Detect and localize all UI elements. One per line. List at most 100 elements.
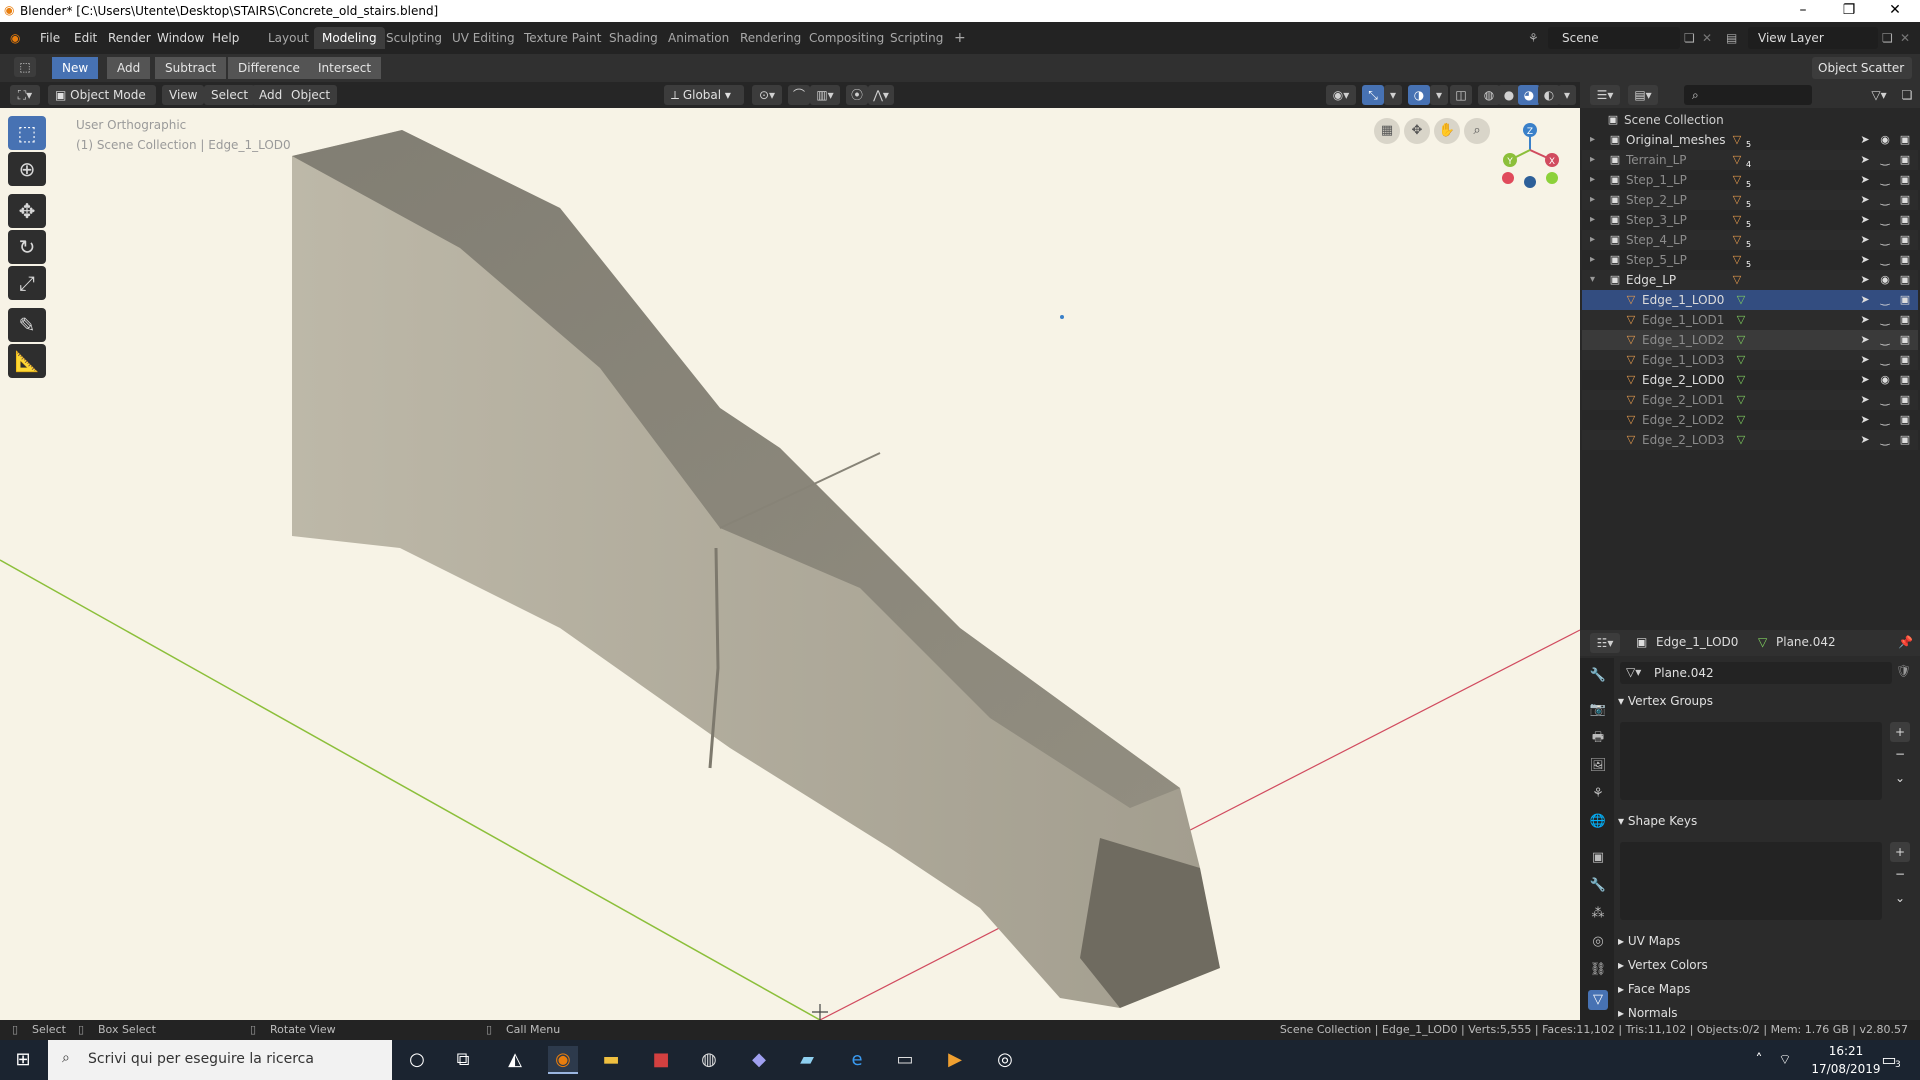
tab-rendering[interactable]: Rendering <box>732 27 809 49</box>
filter-mesh-icon[interactable]: ▽ <box>1730 133 1744 147</box>
outliner-row-edge-2-lod3[interactable]: ▽ Edge_2_LOD3 ▽ ➤ ‿ ▣ <box>1582 430 1918 450</box>
render-camera-icon[interactable]: ▣ <box>1898 393 1912 407</box>
selectable-toggle-icon[interactable]: ➤ <box>1858 293 1872 307</box>
snap-target-icon[interactable]: ▥▾ <box>810 85 840 105</box>
selectable-toggle-icon[interactable]: ➤ <box>1858 253 1872 267</box>
scene-icon[interactable]: ⚘ <box>1528 28 1539 48</box>
solid-shading-icon[interactable]: ● <box>1498 85 1520 105</box>
menu-select[interactable]: Select <box>204 85 256 105</box>
visibility-eye-icon[interactable]: ◉ <box>1878 133 1892 147</box>
pan-view-icon[interactable]: ✋ <box>1434 118 1460 144</box>
visibility-eye-icon[interactable]: ◉ <box>1878 373 1892 387</box>
boolean-add-button[interactable]: Add <box>107 57 151 79</box>
visibility-eye-icon[interactable]: ‿ <box>1878 253 1892 267</box>
add-workspace-button[interactable]: + <box>946 27 974 49</box>
menu-help[interactable]: Help <box>212 28 239 48</box>
cortana-icon[interactable]: ○ <box>402 1046 432 1074</box>
taskbar-search-box[interactable]: ⌕ Scrivi qui per eseguire la ricerca <box>48 1040 392 1080</box>
render-properties-tab[interactable]: 📷 <box>1588 700 1608 720</box>
render-camera-icon[interactable]: ▣ <box>1898 153 1912 167</box>
select-box-tool-icon[interactable]: ⬚ <box>14 57 36 77</box>
expand-toggle-icon[interactable]: ▸ <box>1590 150 1595 170</box>
outliner-row-step-4-lp[interactable]: ▸ ▣ Step_4_LP ▽ 5 ➤ ‿ ▣ <box>1582 230 1918 250</box>
cursor-tool-icon[interactable]: ⊕ <box>8 152 46 186</box>
render-camera-icon[interactable]: ▣ <box>1898 193 1912 207</box>
pin-icon[interactable]: 📌 <box>1898 635 1913 649</box>
outliner-row-edge-lp[interactable]: ▾ ▣ Edge_LP ▽ ➤ ◉ ▣ <box>1582 270 1918 290</box>
render-camera-icon[interactable]: ▣ <box>1898 253 1912 267</box>
app-window-icon[interactable]: ▭ <box>890 1046 920 1074</box>
filter-mesh-icon[interactable]: ▽ <box>1730 193 1744 207</box>
shape-key-menu-button[interactable]: ⌄ <box>1890 888 1910 908</box>
visibility-eye-icon[interactable]: ‿ <box>1878 193 1892 207</box>
toggle-grid-icon[interactable]: ▦ <box>1374 118 1400 144</box>
constraints-properties-tab[interactable]: ⛓ <box>1588 960 1608 980</box>
tab-animation[interactable]: Animation <box>660 27 737 49</box>
mesh-data-icon[interactable]: ▽ <box>1734 333 1748 347</box>
shape-keys-list[interactable] <box>1620 842 1882 920</box>
filter-mesh-icon[interactable]: ▽ <box>1730 253 1744 267</box>
snap-toggle-icon[interactable]: ⌒ <box>788 85 810 105</box>
3d-viewport[interactable]: User Orthographic (1) Scene Collection |… <box>0 108 1580 1020</box>
render-camera-icon[interactable]: ▣ <box>1898 313 1912 327</box>
mesh-data-icon[interactable]: ▽ <box>1734 353 1748 367</box>
proportional-falloff-icon[interactable]: ⋀▾ <box>868 85 894 105</box>
mesh-data-properties-tab[interactable]: ▽ <box>1588 990 1608 1010</box>
outliner-row-step-1-lp[interactable]: ▸ ▣ Step_1_LP ▽ 5 ➤ ‿ ▣ <box>1582 170 1918 190</box>
delete-view-layer-icon[interactable]: ✕ <box>1900 28 1910 48</box>
outliner-row-edge-1-lod3[interactable]: ▽ Edge_1_LOD3 ▽ ➤ ‿ ▣ <box>1582 350 1918 370</box>
tab-compositing[interactable]: Compositing <box>801 27 892 49</box>
zoom-view-icon[interactable]: ⌕ <box>1464 118 1490 144</box>
object-scatter-dropdown[interactable]: Object Scatter ▾ <box>1812 57 1912 97</box>
annotate-tool-icon[interactable]: ✎ <box>8 308 46 342</box>
selectable-toggle-icon[interactable]: ➤ <box>1858 413 1872 427</box>
tool-properties-tab[interactable]: 🔧 <box>1588 666 1608 686</box>
visibility-selectability-icon[interactable]: ◉▾ <box>1326 85 1356 105</box>
render-camera-icon[interactable]: ▣ <box>1898 433 1912 447</box>
outliner-filter-icon[interactable]: ▽▾ <box>1864 85 1894 105</box>
outliner-row-step-2-lp[interactable]: ▸ ▣ Step_2_LP ▽ 5 ➤ ‿ ▣ <box>1582 190 1918 210</box>
selectable-toggle-icon[interactable]: ➤ <box>1858 273 1872 287</box>
visibility-eye-icon[interactable]: ‿ <box>1878 393 1892 407</box>
delete-scene-icon[interactable]: ✕ <box>1702 28 1712 48</box>
tab-sculpting[interactable]: Sculpting <box>378 27 450 49</box>
object-properties-tab[interactable]: ▣ <box>1588 848 1608 868</box>
panel-normals[interactable]: ▸ Normals <box>1618 1002 1914 1020</box>
selectable-toggle-icon[interactable]: ➤ <box>1858 193 1872 207</box>
outliner-row-edge-2-lod2[interactable]: ▽ Edge_2_LOD2 ▽ ➤ ‿ ▣ <box>1582 410 1918 430</box>
xray-toggle-icon[interactable]: ◫ <box>1450 85 1472 105</box>
selectable-toggle-icon[interactable]: ➤ <box>1858 313 1872 327</box>
outliner-row-terrain-lp[interactable]: ▸ ▣ Terrain_LP ▽ 4 ➤ ‿ ▣ <box>1582 150 1918 170</box>
panel-uv-maps[interactable]: ▸ UV Maps <box>1618 930 1914 952</box>
blender-menu-icon[interactable]: ◉ <box>10 28 20 48</box>
render-camera-icon[interactable]: ▣ <box>1898 333 1912 347</box>
tab-uv-editing[interactable]: UV Editing <box>444 27 523 49</box>
proportional-edit-icon[interactable]: ⦿ <box>846 85 868 105</box>
show-gizmo-icon[interactable]: ⤡ <box>1362 85 1384 105</box>
shape-key-add-button[interactable]: + <box>1890 842 1910 862</box>
mesh-data-icon[interactable]: ▽ <box>1734 313 1748 327</box>
output-properties-tab[interactable]: 🖶 <box>1588 728 1608 748</box>
tab-texture-paint[interactable]: Texture Paint <box>516 27 609 49</box>
menu-edit[interactable]: Edit <box>74 28 97 48</box>
boolean-difference-button[interactable]: Difference <box>228 57 310 79</box>
minimize-button[interactable]: – <box>1780 0 1826 22</box>
render-camera-icon[interactable]: ▣ <box>1898 173 1912 187</box>
wifi-icon[interactable]: ⌔ <box>1770 1046 1800 1074</box>
filter-mesh-icon[interactable]: ▽ <box>1730 233 1744 247</box>
selectable-toggle-icon[interactable]: ➤ <box>1858 173 1872 187</box>
outliner-row-edge-1-lod2[interactable]: ▽ Edge_1_LOD2 ▽ ➤ ‿ ▣ <box>1582 330 1918 350</box>
expand-toggle-icon[interactable]: ▸ <box>1590 250 1595 270</box>
visibility-eye-icon[interactable]: ‿ <box>1878 313 1892 327</box>
selectable-toggle-icon[interactable]: ➤ <box>1858 153 1872 167</box>
panel-face-maps[interactable]: ▸ Face Maps <box>1618 978 1914 1000</box>
maximize-button[interactable]: ❐ <box>1826 0 1872 22</box>
outliner-row-edge-1-lod1[interactable]: ▽ Edge_1_LOD1 ▽ ➤ ‿ ▣ <box>1582 310 1918 330</box>
select-tool-icon[interactable]: ⬚ <box>8 116 46 150</box>
selectable-toggle-icon[interactable]: ➤ <box>1858 353 1872 367</box>
scale-tool-icon[interactable]: ⤢ <box>8 266 46 300</box>
render-camera-icon[interactable]: ▣ <box>1898 413 1912 427</box>
physics-properties-tab[interactable]: ◎ <box>1588 932 1608 952</box>
edge-browser-icon[interactable]: e <box>842 1046 872 1074</box>
menu-file[interactable]: File <box>40 28 60 48</box>
